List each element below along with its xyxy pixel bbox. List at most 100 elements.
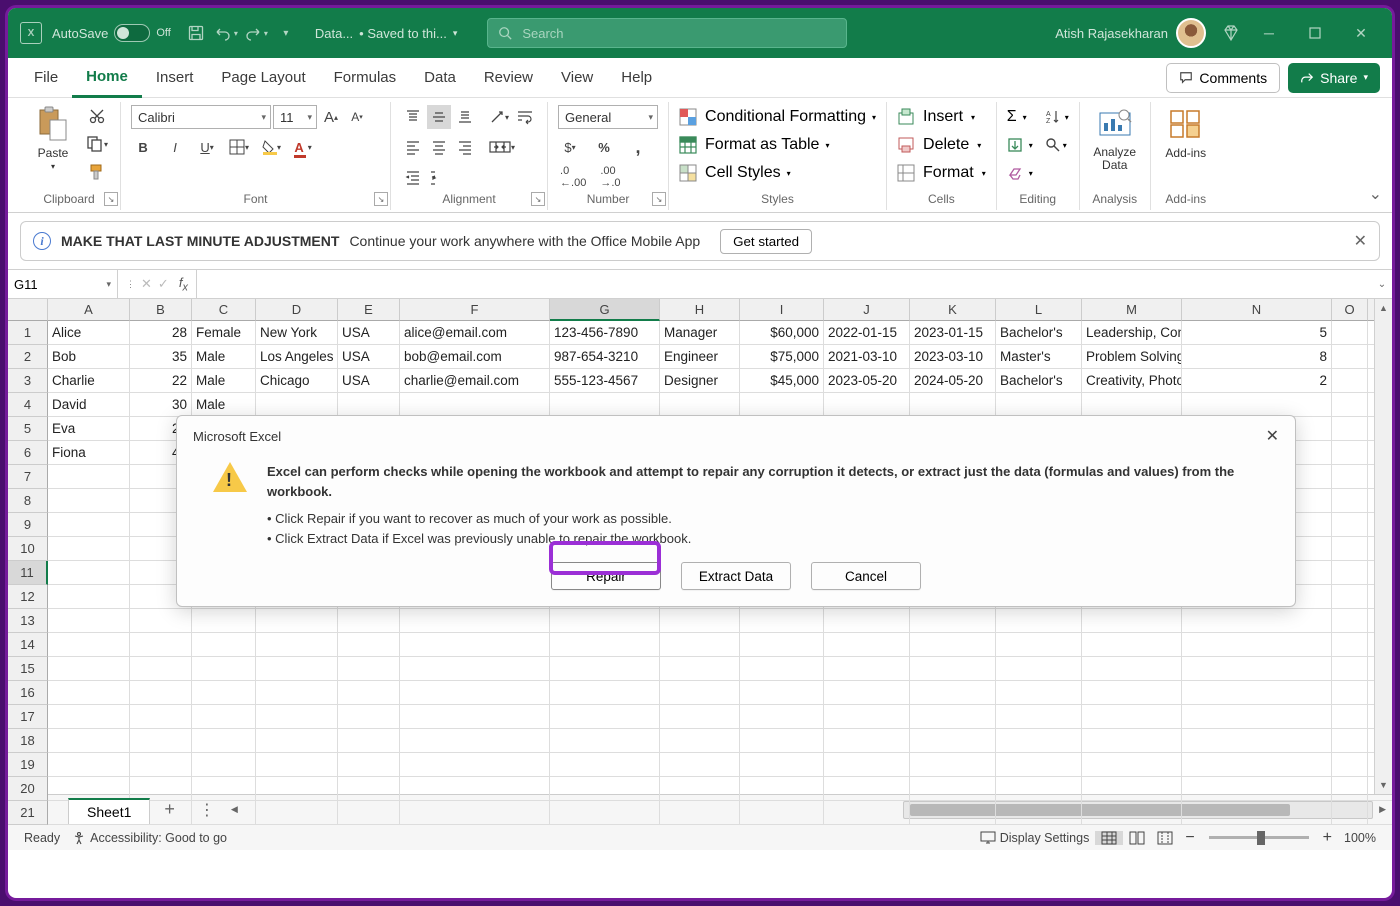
clear-button[interactable]: ▾ — [1007, 160, 1033, 186]
cell[interactable] — [824, 729, 910, 753]
cell[interactable]: $75,000 — [740, 345, 824, 369]
cell[interactable] — [130, 753, 192, 777]
copy-icon[interactable]: ▾ — [84, 132, 110, 156]
column-header[interactable]: J — [824, 299, 910, 321]
name-box[interactable]: G11▾ — [8, 270, 118, 298]
cell[interactable] — [996, 801, 1082, 825]
cell[interactable] — [1182, 393, 1332, 417]
cell[interactable] — [192, 657, 256, 681]
tab-insert[interactable]: Insert — [142, 58, 208, 98]
tab-help[interactable]: Help — [607, 58, 666, 98]
row-header[interactable]: 16 — [8, 681, 48, 705]
row-header[interactable]: 6 — [8, 441, 48, 465]
cell[interactable] — [1182, 681, 1332, 705]
cell[interactable]: 22 — [130, 369, 192, 393]
font-size-combo[interactable]: 11▾ — [273, 105, 317, 129]
cell[interactable] — [400, 633, 550, 657]
cell[interactable] — [1332, 369, 1368, 393]
redo-icon[interactable]: ▾ — [241, 18, 271, 48]
delete-cells-button[interactable]: Delete▾ — [897, 132, 986, 158]
vertical-scrollbar[interactable]: ▲▼ — [1374, 299, 1392, 794]
cell[interactable]: Male — [192, 369, 256, 393]
cell[interactable] — [400, 777, 550, 801]
cell[interactable] — [824, 609, 910, 633]
cell[interactable] — [996, 393, 1082, 417]
cell[interactable] — [740, 633, 824, 657]
maximize-button[interactable] — [1292, 8, 1338, 58]
cell[interactable] — [824, 753, 910, 777]
undo-icon[interactable]: ▾ — [211, 18, 241, 48]
row-header[interactable]: 20 — [8, 777, 48, 801]
row-header[interactable]: 19 — [8, 753, 48, 777]
cell[interactable] — [550, 681, 660, 705]
cell[interactable] — [910, 705, 996, 729]
cell[interactable] — [910, 393, 996, 417]
cell[interactable] — [48, 657, 130, 681]
autosum-button[interactable]: Σ▾ — [1007, 104, 1033, 130]
zoom-level[interactable]: 100% — [1338, 831, 1382, 845]
increase-font-icon[interactable]: A▴ — [319, 105, 343, 129]
tab-view[interactable]: View — [547, 58, 607, 98]
avatar[interactable] — [1176, 18, 1206, 48]
row-header[interactable]: 10 — [8, 537, 48, 561]
cell[interactable]: 987-654-3210 — [550, 345, 660, 369]
accessibility-status[interactable]: Accessibility: Good to go — [66, 831, 233, 845]
cell[interactable] — [400, 801, 550, 825]
tab-file[interactable]: File — [20, 58, 72, 98]
cell[interactable] — [1082, 633, 1182, 657]
cell[interactable] — [996, 777, 1082, 801]
font-color-icon[interactable]: A▾ — [291, 135, 315, 159]
cell[interactable]: 2021-03-10 — [824, 345, 910, 369]
column-header[interactable]: I — [740, 299, 824, 321]
cell[interactable]: Leadership, Communication — [1082, 321, 1182, 345]
accounting-icon[interactable]: $▾ — [558, 135, 582, 159]
cell[interactable] — [910, 801, 996, 825]
cell[interactable] — [130, 657, 192, 681]
dialog-launcher-icon[interactable]: ↘ — [104, 192, 118, 206]
cell[interactable] — [1332, 465, 1368, 489]
tab-review[interactable]: Review — [470, 58, 547, 98]
sort-filter-button[interactable]: AZ▾ — [1045, 104, 1069, 130]
cell[interactable] — [400, 657, 550, 681]
cell[interactable] — [824, 705, 910, 729]
cell[interactable]: alice@email.com — [400, 321, 550, 345]
cell[interactable] — [130, 729, 192, 753]
row-header[interactable]: 11 — [8, 561, 48, 585]
align-top-icon[interactable] — [401, 105, 425, 129]
cell[interactable] — [338, 729, 400, 753]
cell[interactable] — [192, 729, 256, 753]
cell[interactable] — [824, 633, 910, 657]
cell[interactable] — [1332, 585, 1368, 609]
cell[interactable] — [996, 657, 1082, 681]
fill-button[interactable]: ▾ — [1007, 132, 1033, 158]
column-header[interactable]: K — [910, 299, 996, 321]
cell[interactable] — [740, 681, 824, 705]
column-header[interactable]: O — [1332, 299, 1368, 321]
user-name[interactable]: Atish Rajasekharan — [1055, 26, 1168, 41]
cell[interactable] — [1082, 753, 1182, 777]
cell[interactable]: Male — [192, 393, 256, 417]
diamond-icon[interactable] — [1216, 18, 1246, 48]
underline-icon[interactable]: U▾ — [195, 135, 219, 159]
cell[interactable] — [1182, 801, 1332, 825]
cell[interactable] — [256, 777, 338, 801]
cell[interactable] — [740, 753, 824, 777]
cell[interactable] — [256, 705, 338, 729]
cell[interactable] — [740, 393, 824, 417]
zoom-slider[interactable] — [1209, 836, 1309, 839]
row-header[interactable]: 2 — [8, 345, 48, 369]
cell[interactable] — [192, 681, 256, 705]
decrease-font-icon[interactable]: A▾ — [345, 105, 369, 129]
cell[interactable]: Creativity, Photoshop — [1082, 369, 1182, 393]
cell[interactable] — [1332, 729, 1368, 753]
cell[interactable] — [48, 489, 130, 513]
cell[interactable]: 2 — [1182, 369, 1332, 393]
cell[interactable] — [192, 801, 256, 825]
cell[interactable]: Los Angeles — [256, 345, 338, 369]
zoom-out-button[interactable]: − — [1179, 829, 1200, 847]
cell[interactable] — [192, 633, 256, 657]
cell[interactable] — [660, 609, 740, 633]
cell-styles-button[interactable]: Cell Styles▾ — [679, 160, 876, 186]
cell[interactable]: Bob — [48, 345, 130, 369]
cell[interactable] — [400, 681, 550, 705]
